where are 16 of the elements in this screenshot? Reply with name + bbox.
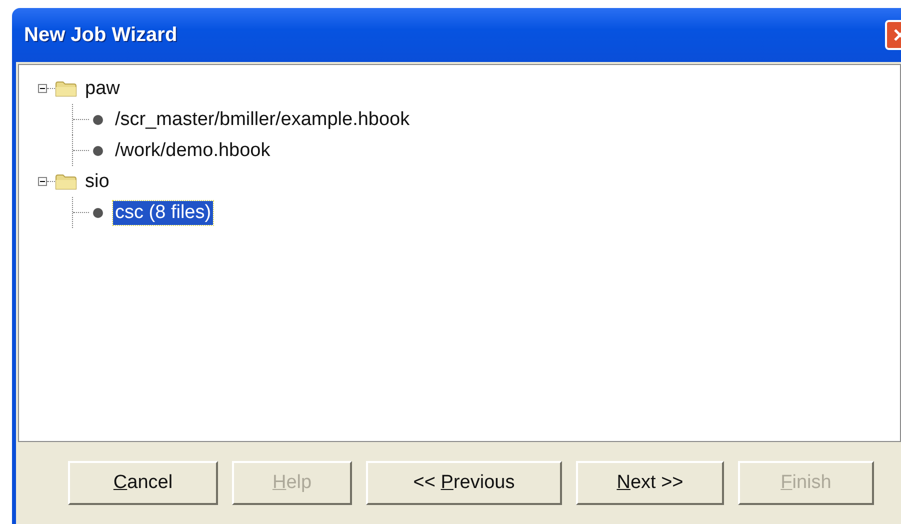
- tree-item[interactable]: paw: [83, 76, 122, 100]
- node-bullet-icon: [93, 146, 103, 156]
- wizard-button[interactable]: Next >>: [576, 461, 724, 505]
- tree-item[interactable]: /work/demo.hbook: [113, 138, 272, 162]
- tree-item[interactable]: sio: [83, 170, 112, 194]
- folder-icon: [55, 80, 77, 98]
- collapse-toggle-icon[interactable]: [38, 177, 47, 186]
- window-title: New Job Wizard: [24, 24, 178, 46]
- wizard-button[interactable]: Cancel: [68, 461, 218, 505]
- folder-icon: [55, 172, 77, 190]
- collapse-toggle-icon[interactable]: [38, 84, 47, 93]
- node-bullet-icon: [93, 208, 103, 218]
- tree-item[interactable]: csc (8 files): [113, 200, 214, 224]
- node-bullet-icon: [93, 114, 103, 124]
- tree-item[interactable]: /scr_master/bmiller/example.hbook: [113, 108, 412, 132]
- wizard-button[interactable]: << Previous: [366, 461, 562, 505]
